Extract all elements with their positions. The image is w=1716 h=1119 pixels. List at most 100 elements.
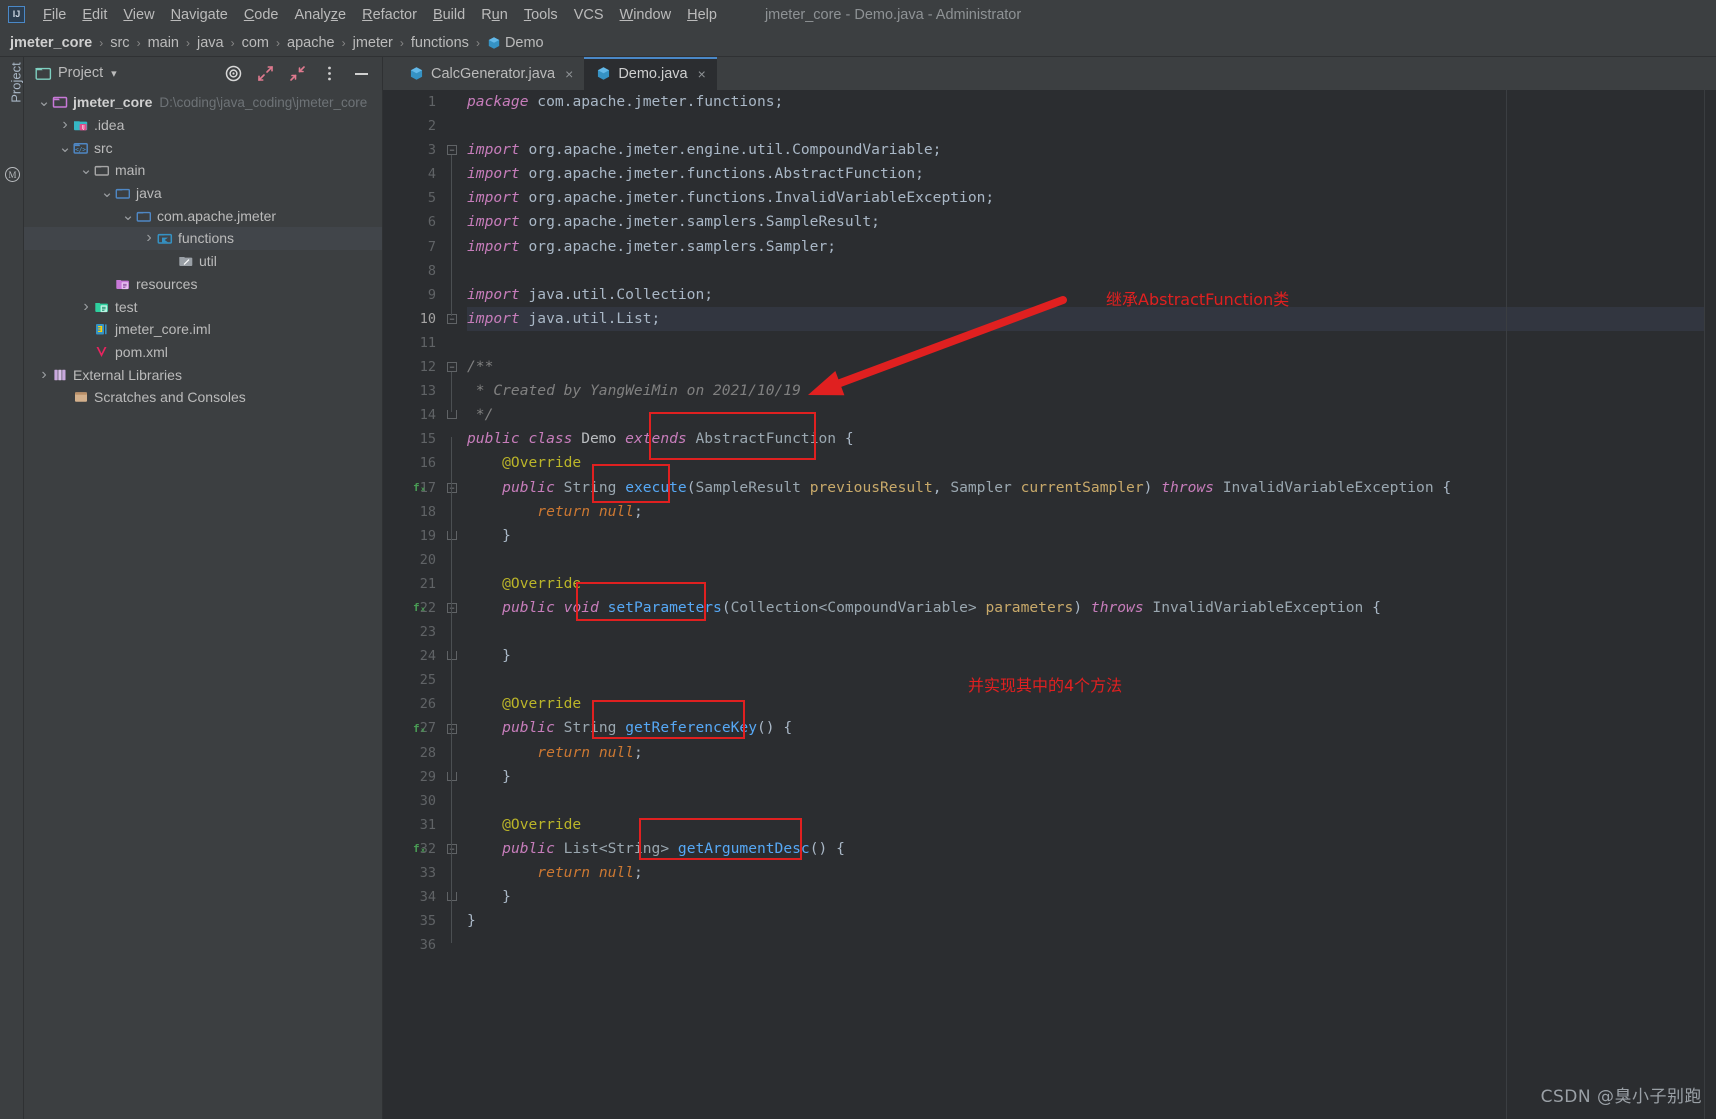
menu-item-edit[interactable]: Edit: [74, 4, 115, 26]
override-method-icon[interactable]: fₓ: [413, 722, 426, 735]
tree-item--idea[interactable]: › IJ .idea: [24, 114, 382, 137]
resources-folder-icon: [115, 276, 131, 292]
tree-item-test[interactable]: › test: [24, 295, 382, 318]
line-number: 36: [419, 937, 436, 954]
breadcrumb-item-main[interactable]: main: [148, 35, 179, 51]
chevron-down-icon[interactable]: ⌄: [36, 94, 52, 109]
menu-item-refactor[interactable]: Refactor: [354, 4, 425, 26]
tree-item-jmeter-core-iml[interactable]: Ǝjmeter_core.iml: [24, 318, 382, 341]
menu-item-view[interactable]: View: [115, 4, 162, 26]
chevron-right-icon[interactable]: ›: [78, 298, 94, 315]
code-folding-column[interactable]: − − − − − − −: [445, 90, 459, 1119]
project-tree[interactable]: ⌄ jmeter_core D:\coding\java_coding\jmeter…: [24, 89, 382, 1119]
chevron-down-icon[interactable]: ▾: [111, 67, 117, 80]
close-icon[interactable]: ×: [565, 66, 573, 82]
line-number: 35: [419, 913, 436, 930]
breadcrumb-separator: ›: [186, 35, 190, 50]
breadcrumb-item-jmeter-core[interactable]: jmeter_core: [10, 35, 92, 51]
chevron-right-icon[interactable]: ›: [141, 230, 157, 246]
code-viewport[interactable]: 1 2 3 4 5 6 7 8 9 10 11 12 13 14 15 16 17 18 19 20 21 22 23 24 2…: [383, 90, 1716, 1119]
fold-collapse-icon[interactable]: −: [447, 723, 457, 734]
menu-item-file[interactable]: File: [35, 4, 74, 26]
menu-item-code[interactable]: Code: [236, 4, 287, 26]
fold-end-marker[interactable]: [447, 530, 457, 540]
chevron-right-icon[interactable]: ›: [36, 366, 52, 383]
code-line: * Created by YangWeiMin on 2021/10/19: [467, 382, 801, 400]
tree-item-resources[interactable]: resources: [24, 273, 382, 296]
breadcrumb-item-com[interactable]: com: [242, 35, 269, 51]
override-method-icon[interactable]: fₓ: [413, 842, 426, 855]
menu-item-build[interactable]: Build: [425, 4, 473, 26]
editor-marker-scrollbar[interactable]: [1704, 90, 1716, 1119]
fold-end-marker[interactable]: [447, 410, 457, 420]
override-method-icon[interactable]: fₓ: [413, 481, 426, 494]
line-number: 18: [419, 503, 436, 520]
editor-tab-demo-java[interactable]: Demo.java ×: [584, 57, 717, 90]
menu-item-window[interactable]: Window: [612, 4, 680, 26]
editor-tab-calcgenerator-java[interactable]: CalcGenerator.java ×: [397, 57, 585, 90]
fold-end-marker[interactable]: [447, 771, 457, 781]
chevron-right-icon[interactable]: ›: [57, 117, 73, 133]
collapse-all-icon[interactable]: [288, 64, 306, 82]
code-line: package com.apache.jmeter.functions;: [467, 93, 784, 110]
scratches-icon: [73, 389, 89, 405]
tree-item-label: src: [94, 139, 113, 156]
breadcrumb-item-apache[interactable]: apache: [287, 35, 335, 51]
module-folder-icon: [52, 94, 68, 110]
tree-item-com-apache-jmeter[interactable]: ⌄ com.apache.jmeter: [24, 204, 382, 227]
tree-item-scratches-and-consoles[interactable]: Scratches and Consoles: [24, 386, 382, 409]
tree-item-external-libraries[interactable]: › External Libraries: [24, 363, 382, 386]
fold-collapse-icon[interactable]: −: [447, 145, 457, 156]
breadcrumb-item-functions[interactable]: functions: [411, 35, 469, 51]
maven-tool-window-icon[interactable]: M: [5, 167, 20, 182]
line-number: 16: [419, 455, 436, 472]
locate-icon[interactable]: [224, 64, 242, 82]
breadcrumb-items: jmeter_core › src › main › java › com › apache › jme…: [10, 35, 544, 51]
menu-item-navigate[interactable]: Navigate: [163, 4, 236, 26]
line-number: 23: [419, 624, 436, 641]
chevron-down-icon[interactable]: ⌄: [57, 140, 73, 155]
breadcrumb-item-src[interactable]: src: [110, 35, 129, 51]
menu-item-tools[interactable]: Tools: [516, 4, 566, 26]
menu-item-vcs[interactable]: VCS: [566, 4, 612, 26]
tree-item-jmeter-core[interactable]: ⌄ jmeter_core D:\coding\java_coding\jmeter…: [24, 91, 382, 114]
fold-collapse-icon[interactable]: −: [447, 844, 457, 855]
menu-item-help[interactable]: Help: [679, 4, 725, 26]
svg-text:</>: </>: [75, 146, 86, 153]
close-icon[interactable]: ×: [698, 66, 706, 82]
menu-item-analyze[interactable]: Analyze: [287, 4, 355, 26]
line-number: 19: [419, 527, 436, 544]
line-number: 14: [419, 407, 436, 424]
tab-area-spacer: [383, 57, 397, 90]
tree-item-label: java: [136, 185, 162, 202]
breadcrumb-item-java[interactable]: java: [197, 35, 224, 51]
fold-collapse-icon[interactable]: −: [447, 482, 457, 493]
expand-all-icon[interactable]: [256, 64, 274, 82]
tree-item-pom-xml[interactable]: pom.xml: [24, 341, 382, 364]
fold-collapse-icon[interactable]: −: [447, 313, 457, 324]
tree-item-src[interactable]: ⌄ </> src: [24, 136, 382, 159]
chevron-down-icon[interactable]: ⌄: [120, 208, 136, 223]
breadcrumb-item-demo[interactable]: Demo: [505, 35, 544, 51]
tree-item-functions[interactable]: › functions: [24, 227, 382, 250]
chevron-down-icon[interactable]: ⌄: [99, 185, 115, 200]
fold-collapse-icon[interactable]: −: [447, 362, 457, 373]
more-options-icon[interactable]: [320, 64, 338, 82]
breadcrumb-item-jmeter[interactable]: jmeter: [353, 35, 393, 51]
menu-item-run[interactable]: Run: [473, 4, 516, 26]
line-number: 6: [427, 214, 436, 231]
fold-collapse-icon[interactable]: −: [447, 603, 457, 614]
chevron-down-icon[interactable]: ⌄: [78, 162, 94, 177]
tree-item-main[interactable]: ⌄ main: [24, 159, 382, 182]
code-text[interactable]: package com.apache.jmeter.functions; imp…: [459, 90, 1704, 1119]
hide-panel-icon[interactable]: [352, 64, 370, 82]
project-tool-window-button[interactable]: Project: [9, 53, 24, 113]
override-method-icon[interactable]: fₓ: [413, 601, 426, 614]
fold-end-marker[interactable]: [447, 892, 457, 902]
fold-end-marker[interactable]: [447, 651, 457, 661]
tree-item-util[interactable]: util: [24, 250, 382, 273]
tree-item-java[interactable]: ⌄ java: [24, 182, 382, 205]
